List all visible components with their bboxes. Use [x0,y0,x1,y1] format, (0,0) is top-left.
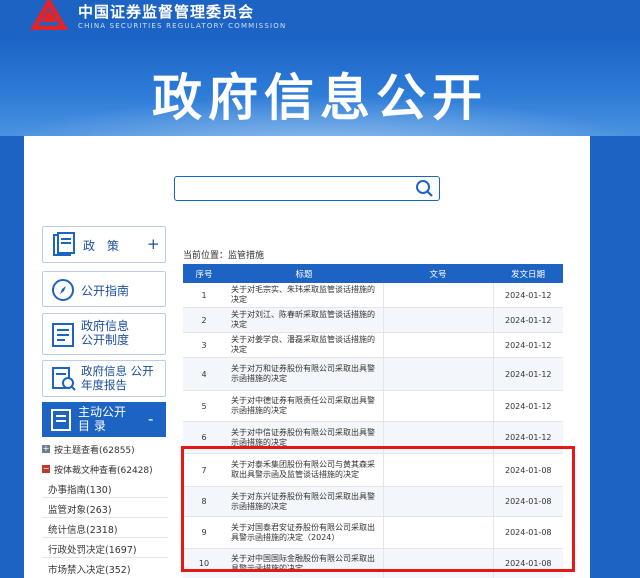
sidebar-item-system[interactable]: 政府信息 公开制度 [42,313,166,355]
sidebar-item-label: 政府信息 公开制度 [81,319,130,347]
document-stack-icon [53,232,75,256]
col-header-title: 标题 [225,264,383,283]
col-header-docno: 文号 [383,264,493,283]
table-row: 1 关于对毛宗实、朱玮采取监管谈话措施的决定 2024-01-12 [183,283,563,308]
col-header-date: 发文日期 [493,264,563,283]
row-date: 2024-01-12 [493,307,563,333]
row-docno [382,307,494,333]
tree-node-topic[interactable]: + 按主题查看(62855) [42,442,135,456]
row-title-link[interactable]: 关于对中国国际金融股份有限公司采取出具警示函措施的决定 [225,548,383,578]
divider [42,497,168,498]
row-no: 7 [183,453,225,487]
minus-icon: − [42,464,50,473]
row-docno [382,357,494,391]
row-title-link[interactable]: 关于对东兴证券股份有限公司采取出具警示函措施的决定 [225,486,383,517]
table-row: 8 关于对东兴证券股份有限公司采取出具警示函措施的决定 2024-01-08 [183,486,563,517]
tree-node-label: 按主题查看(62855) [54,445,135,456]
tree-leaf-penalty[interactable]: 行政处罚决定(1697) [48,542,137,556]
sidebar-item-label: 公开指南 [81,284,130,298]
row-docno [382,516,494,549]
row-title-link[interactable]: 关于对泰禾集团股份有限公司与黄其森采取出具警示函及监管谈话措施的决定 [225,453,383,487]
row-docno [382,486,494,517]
row-no: 6 [183,421,225,454]
row-docno [382,332,494,358]
csrc-logo-icon [30,0,68,30]
row-date: 2024-01-12 [493,332,563,358]
divider [42,537,168,538]
tree-leaf-subjects[interactable]: 监管对象(263) [48,502,112,516]
row-docno [382,283,494,308]
report-search-icon [52,367,76,391]
row-title-link[interactable]: 关于对中德证券有限责任公司采取出具警示函措施的决定 [225,390,383,422]
search-icon[interactable] [415,179,435,198]
table-header-row: 序号 标题 文号 发文日期 [183,264,563,283]
table-row: 9 关于对国泰君安证券股份有限公司采取出具警示函措施的决定（2024） 2024… [183,516,563,549]
measures-table: 序号 标题 文号 发文日期 1 关于对毛宗实、朱玮采取监管谈话措施的决定 202… [183,264,563,578]
table-row: 3 关于对姜学良、潘磊采取监管谈话措施的决定 2024-01-12 [183,332,563,358]
table-row: 4 关于对万和证券股份有限公司采取出具警示函措施的决定 2024-01-12 [183,357,563,391]
tree-node-genre[interactable]: − 按体裁文种查看(62428) [42,462,153,476]
tree-leaf-guide[interactable]: 办事指南(130) [48,482,112,496]
row-docno [382,421,494,454]
row-date: 2024-01-12 [493,421,563,454]
row-no: 2 [183,307,225,333]
sidebar-item-guide[interactable]: 公开指南 [42,271,166,307]
sidebar-item-label: 政 策 [83,239,123,253]
row-title-link[interactable]: 关于对中信证券股份有限公司采取出具警示函措施的决定 [225,421,383,454]
row-title-link[interactable]: 关于对毛宗实、朱玮采取监管谈话措施的决定 [225,283,383,308]
row-no: 3 [183,332,225,358]
table-row: 2 关于对刘江、陈春昕采取监管谈话措施的决定 2024-01-12 [183,307,563,333]
table-row: 5 关于对中德证券有限责任公司采取出具警示函措施的决定 2024-01-12 [183,390,563,422]
row-docno [382,390,494,422]
expand-icon: + [147,235,160,253]
row-no: 10 [183,548,225,578]
row-date: 2024-01-12 [493,357,563,391]
row-date: 2024-01-08 [493,516,563,549]
org-name-en: CHINA SECURITIES REGULATORY COMMISSION [78,22,287,30]
row-no: 9 [183,516,225,549]
document-list-icon [52,323,74,347]
sidebar-item-policy[interactable]: 政 策 + [42,226,166,263]
row-date: 2024-01-08 [493,548,563,578]
table-row: 10 关于对中国国际金融股份有限公司采取出具警示函措施的决定 2024-01-0… [183,548,563,578]
tree-leaf-statistics[interactable]: 统计信息(2318) [48,522,118,536]
divider [42,557,168,558]
compass-icon [52,279,74,301]
row-title-link[interactable]: 关于对刘江、陈春昕采取监管谈话措施的决定 [225,307,383,333]
divider [42,517,168,518]
table-row: 6 关于对中信证券股份有限公司采取出具警示函措施的决定 2024-01-12 [183,421,563,454]
collapse-icon: - [148,410,154,428]
search-input[interactable] [179,179,414,200]
table-row: 7 关于对泰禾集团股份有限公司与黄其森采取出具警示函及监管谈话措施的决定 202… [183,453,563,487]
catalog-icon [51,409,71,431]
row-title-link[interactable]: 关于对万和证券股份有限公司采取出具警示函措施的决定 [225,357,383,391]
top-bar: 中国证券监督管理委员会 CHINA SECURITIES REGULATORY … [0,0,640,36]
row-date: 2024-01-12 [493,390,563,422]
row-title-link[interactable]: 关于对国泰君安证券股份有限公司采取出具警示函措施的决定（2024） [225,516,383,549]
row-docno [382,453,494,487]
sidebar-item-active-catalog[interactable]: 主动公开 目 录 - [42,402,166,437]
row-date: 2024-01-12 [493,283,563,308]
search-box [174,176,440,201]
sidebar-item-label: 主动公开 目 录 [78,405,127,433]
row-title-link[interactable]: 关于对姜学良、潘磊采取监管谈话措施的决定 [225,332,383,358]
org-name-cn: 中国证券监督管理委员会 [78,3,255,21]
tree-leaf-ban[interactable]: 市场禁入决定(352) [48,562,131,576]
row-no: 4 [183,357,225,391]
row-date: 2024-01-08 [493,453,563,487]
row-no: 1 [183,283,225,308]
sidebar-item-annual-report[interactable]: 政府信息 公开年度报告 [42,360,166,397]
col-header-no: 序号 [183,264,225,283]
plus-icon: + [42,444,50,453]
sidebar-item-label: 政府信息 公开年度报告 [81,364,154,392]
row-no: 8 [183,486,225,517]
row-date: 2024-01-08 [493,486,563,517]
tree-node-label: 按体裁文种查看(62428) [54,465,153,476]
row-no: 5 [183,390,225,422]
breadcrumb: 当前位置：监管措施 [183,251,265,261]
banner-title: 政府信息公开 [152,69,488,127]
row-docno [382,548,494,578]
